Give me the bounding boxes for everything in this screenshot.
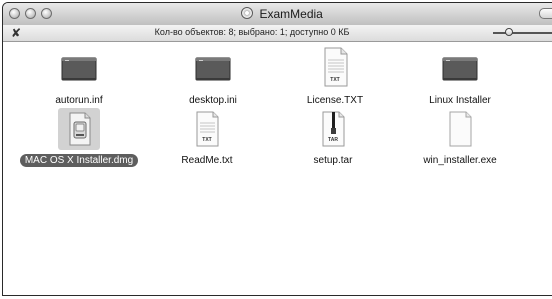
window-title: ExamMedia — [259, 6, 323, 21]
file-name: Linux Installer — [429, 95, 491, 106]
icon-size-slider-knob[interactable] — [505, 28, 513, 36]
file-item[interactable]: Linux Installer — [395, 50, 525, 108]
disk-image-icon — [58, 108, 100, 150]
file-type-badge: TXT — [202, 137, 212, 143]
toolbar-toggle-button[interactable] — [539, 8, 552, 19]
file-browser-content[interactable]: autorun.inf desktop.ini TXT License.TXT … — [3, 42, 552, 295]
text-document-icon: TXT — [315, 46, 355, 90]
file-name-selected: MAC OS X Installer.dmg — [19, 154, 139, 167]
file-type-badge: TXT — [330, 77, 340, 83]
drive-icon — [440, 50, 480, 90]
file-name: autorun.inf — [55, 95, 103, 106]
disc-icon — [241, 7, 254, 19]
file-name: License.TXT — [306, 95, 364, 106]
file-item[interactable]: TAR setup.tar — [268, 108, 398, 168]
title-bar[interactable]: ExamMedia — [3, 3, 552, 26]
file-item[interactable]: TXT License.TXT — [270, 46, 400, 108]
file-item[interactable]: TXT ReadMe.txt — [142, 108, 272, 168]
drive-icon — [193, 50, 233, 90]
file-name: desktop.ini — [189, 95, 237, 106]
file-item[interactable]: win_installer.exe — [395, 108, 525, 168]
text-document-icon: TXT — [187, 108, 227, 150]
file-item[interactable]: desktop.ini — [148, 50, 278, 108]
window-title-group: ExamMedia — [3, 6, 552, 21]
file-name: setup.tar — [313, 155, 353, 166]
file-type-badge: TAR — [328, 137, 338, 143]
status-bar: ✘ Кол-во объектов: 8; выбрано: 1; доступ… — [3, 25, 552, 42]
file-item-selected[interactable]: MAC OS X Installer.dmg — [14, 108, 144, 168]
file-item[interactable]: autorun.inf — [14, 50, 144, 108]
drive-icon — [59, 50, 99, 90]
file-name: ReadMe.txt — [181, 155, 233, 166]
file-name: win_installer.exe — [423, 155, 497, 166]
status-text: Кол-во объектов: 8; выбрано: 1; доступно… — [154, 27, 350, 37]
finder-window: ExamMedia ✘ Кол-во объектов: 8; выбрано:… — [2, 2, 552, 296]
archive-icon: TAR — [313, 108, 353, 150]
blank-document-icon — [440, 108, 480, 150]
icon-size-slider[interactable] — [493, 32, 552, 34]
